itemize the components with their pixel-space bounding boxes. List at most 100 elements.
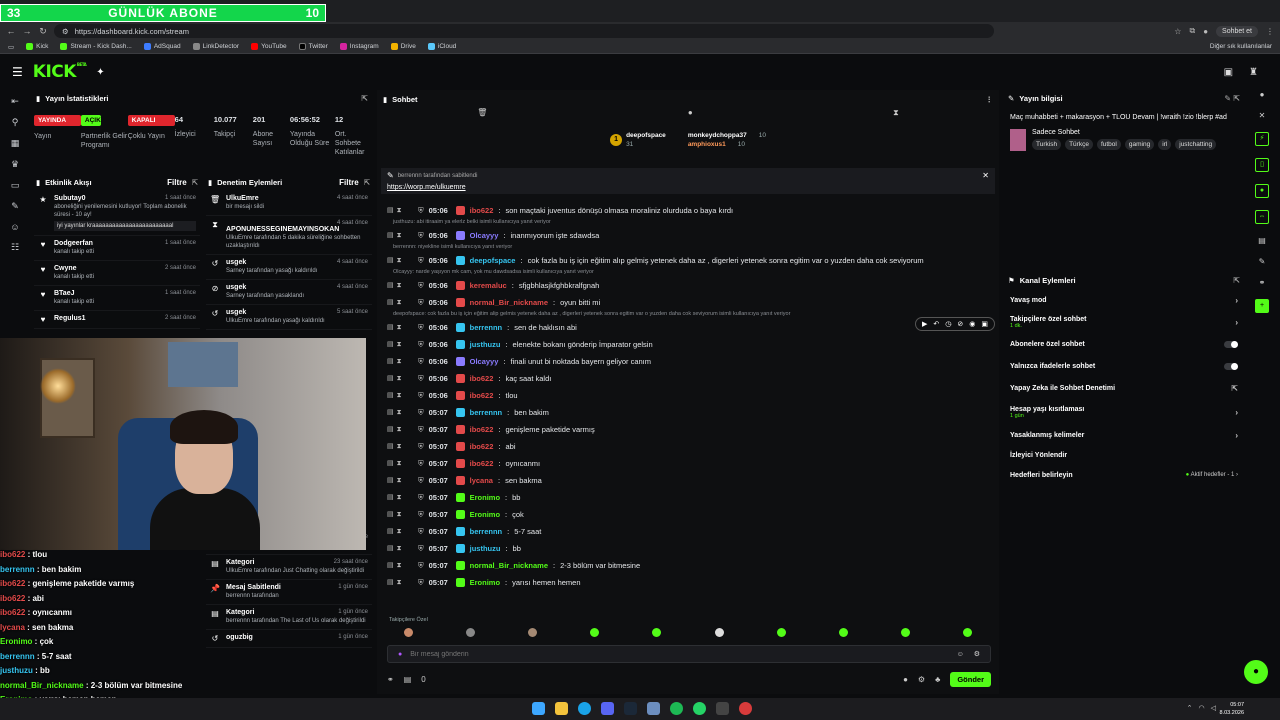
popout-icon[interactable]: ⇱: [192, 178, 198, 187]
wifi-icon[interactable]: ◠: [1199, 704, 1205, 712]
swap-icon[interactable]: ⇔: [1255, 210, 1269, 224]
bookmark-kick[interactable]: Kick: [26, 43, 48, 50]
ban-icon[interactable]: ⊘: [957, 320, 963, 328]
start-icon[interactable]: [532, 702, 545, 715]
chat-message[interactable]: ▤⧗ ⛨ 05:06 Olcayyy: finali unut bi noktada b…: [387, 353, 993, 370]
phone-icon[interactable]: ▯: [1255, 158, 1269, 172]
send-button[interactable]: Gönder: [950, 671, 991, 687]
mod-tools[interactable]: ▤⧗: [387, 544, 413, 553]
expand-icon[interactable]: ✕: [1259, 111, 1266, 120]
emote-icon[interactable]: [590, 627, 600, 637]
timer-icon[interactable]: ◷: [945, 320, 951, 328]
bookmark-stream[interactable]: Stream - Kick Dash...: [60, 43, 132, 50]
emote-icon[interactable]: [714, 627, 724, 637]
message-user[interactable]: lycana: [470, 476, 493, 485]
chat-message[interactable]: ▤⧗ ⛨ 05:07 normal_Bir_nickname:2-3 bölüm va…: [387, 557, 993, 574]
reload-icon[interactable]: ↻: [38, 26, 48, 37]
mod-tools[interactable]: ▤⧗: [387, 206, 413, 215]
mod-tools[interactable]: ▤⧗: [387, 493, 413, 502]
channel-action-row[interactable]: Hesap yaşı kısıtlaması 1 gün ›: [1004, 399, 1244, 425]
forward-icon[interactable]: →: [22, 26, 32, 36]
chat-message[interactable]: ▤⧗ ⛨ 05:06 deepofspace: cok fazla bu iş için…: [387, 252, 993, 269]
mod-tools[interactable]: ▤⧗: [387, 391, 413, 400]
chat-icon[interactable]: ●: [1255, 184, 1269, 198]
emote-icon[interactable]: [652, 627, 662, 637]
message-user[interactable]: Olcayyy: [470, 357, 499, 366]
trash-icon[interactable]: 🗑: [477, 108, 487, 122]
channel-action-row[interactable]: Yasaklanmış kelimeler ›: [1004, 425, 1244, 445]
leader-3[interactable]: amphioxus1 10: [688, 141, 766, 148]
volume-icon[interactable]: ◁: [1211, 704, 1216, 712]
message-user[interactable]: justhuzu: [470, 340, 501, 349]
popout-icon[interactable]: ⇱: [361, 94, 368, 103]
chat-message[interactable]: ▤⧗ ⛨ 05:06 Olcayyy: inanmıyorum işte sdawdsa: [387, 227, 993, 244]
emote-icon[interactable]: [776, 627, 786, 637]
bookmark-icloud[interactable]: iCloud: [427, 43, 456, 50]
emote-icon[interactable]: [403, 627, 413, 637]
mod-tools[interactable]: ▤⧗: [387, 476, 413, 485]
chat-message[interactable]: ▤⧗ ⛨ 05:07 berrennn:5-7 saat: [387, 523, 993, 540]
url-field[interactable]: ⚙ https://dashboard.kick.com/stream: [54, 24, 994, 38]
mod-tools[interactable]: ▤⧗: [387, 442, 413, 451]
pin-icon[interactable]: ▤: [404, 675, 412, 684]
chevron-up-icon[interactable]: ⌃: [1187, 704, 1193, 712]
unpin-icon[interactable]: ✕: [982, 171, 989, 180]
bookmarks-icon[interactable]: ▭: [8, 43, 14, 51]
link-icon[interactable]: ⚲: [12, 117, 19, 128]
leader-2[interactable]: monkeydchoppa37 10: [688, 132, 766, 139]
extensions-icon[interactable]: ⧉: [1189, 26, 1195, 36]
message-user[interactable]: berrennn: [470, 527, 503, 536]
support-chat-button[interactable]: ●: [1244, 660, 1268, 684]
channel-action-row[interactable]: Yalnızca ifadelerle sohbet: [1004, 355, 1244, 377]
mod-tools[interactable]: ▤⧗: [387, 425, 413, 434]
menu-icon[interactable]: ⋮: [1266, 27, 1274, 36]
message-user[interactable]: Eronimo: [470, 578, 500, 587]
mod-tools[interactable]: ▤⧗: [387, 374, 413, 383]
bookmark-twitter[interactable]: Twitter: [298, 43, 328, 50]
gear-icon[interactable]: ⚙: [918, 675, 925, 684]
stream-tag[interactable]: justchatting: [1175, 139, 1217, 150]
avatar[interactable]: ●: [1203, 27, 1208, 36]
stream-tag[interactable]: futbol: [1096, 139, 1121, 150]
message-user[interactable]: keremaluc: [470, 281, 507, 290]
collapse-icon[interactable]: ⇤: [11, 96, 19, 107]
panel-icon[interactable]: ▤: [1258, 236, 1266, 245]
undo-icon[interactable]: ↶: [933, 320, 939, 328]
chat-message[interactable]: ▤⧗ ⛨ 05:07 ibo622: genişleme paketide varmış: [387, 421, 993, 438]
chat-message[interactable]: ▤⧗ ⛨ 05:06 ibo622: son maçtaki juventus dönü…: [387, 202, 993, 219]
emote-icon[interactable]: [527, 627, 537, 637]
message-user[interactable]: ibo622: [470, 425, 494, 434]
chat-message[interactable]: ▤⧗ ⛨ 05:06 normal_Bir_nickname: oyun bitti m…: [387, 294, 993, 311]
bookmark-adsquad[interactable]: AdSquad: [143, 43, 181, 50]
discord-icon[interactable]: [601, 702, 614, 715]
message-user[interactable]: ibo622: [470, 206, 494, 215]
message-user[interactable]: ibo622: [470, 442, 494, 451]
toggle-switch[interactable]: [1224, 340, 1238, 348]
mod-tools[interactable]: ▤⧗: [387, 527, 413, 536]
bookmark-linkdetector[interactable]: LinkDetector: [192, 43, 239, 50]
video-icon[interactable]: ▭: [11, 180, 20, 191]
chat-bubble-icon[interactable]: ●: [903, 675, 908, 684]
message-user[interactable]: berrennn: [470, 323, 503, 332]
chat-menu-icon[interactable]: ⋮: [986, 95, 994, 104]
emote-icon[interactable]: [838, 627, 848, 637]
dashboard-icon[interactable]: ▦: [11, 138, 20, 149]
tools-icon[interactable]: ✎: [1259, 257, 1266, 266]
mod-tools[interactable]: ▤⧗: [387, 578, 413, 587]
channel-action-row[interactable]: Yavaş mod ›: [1004, 289, 1244, 311]
channel-action-row[interactable]: Takipçilere özel sohbet 1 dk. ›: [1004, 311, 1244, 333]
emote-icon[interactable]: [963, 627, 973, 637]
clock[interactable]: 05:07 8.03.2026: [1220, 701, 1244, 717]
mod-tools[interactable]: ▤⧗: [387, 561, 413, 570]
settings-icon[interactable]: ⚙: [974, 650, 980, 658]
bookmark-instagram[interactable]: Instagram: [339, 43, 379, 50]
pin-icon[interactable]: ✦: [96, 67, 104, 78]
chat-message[interactable]: ▤⧗ ⛨ 05:06 ibo622: tlou: [387, 387, 993, 404]
message-user[interactable]: ibo622: [470, 391, 494, 400]
toggle-switch[interactable]: [1224, 362, 1238, 370]
trash-icon[interactable]: ▣: [981, 320, 988, 328]
chat-message[interactable]: ▤⧗ ⛨ 05:07 Eronimo: çok: [387, 506, 993, 523]
mic-icon[interactable]: ●: [398, 651, 402, 658]
channel-action-row[interactable]: İzleyici Yönlendir: [1004, 445, 1244, 465]
add-widget-icon[interactable]: +: [1255, 299, 1269, 313]
